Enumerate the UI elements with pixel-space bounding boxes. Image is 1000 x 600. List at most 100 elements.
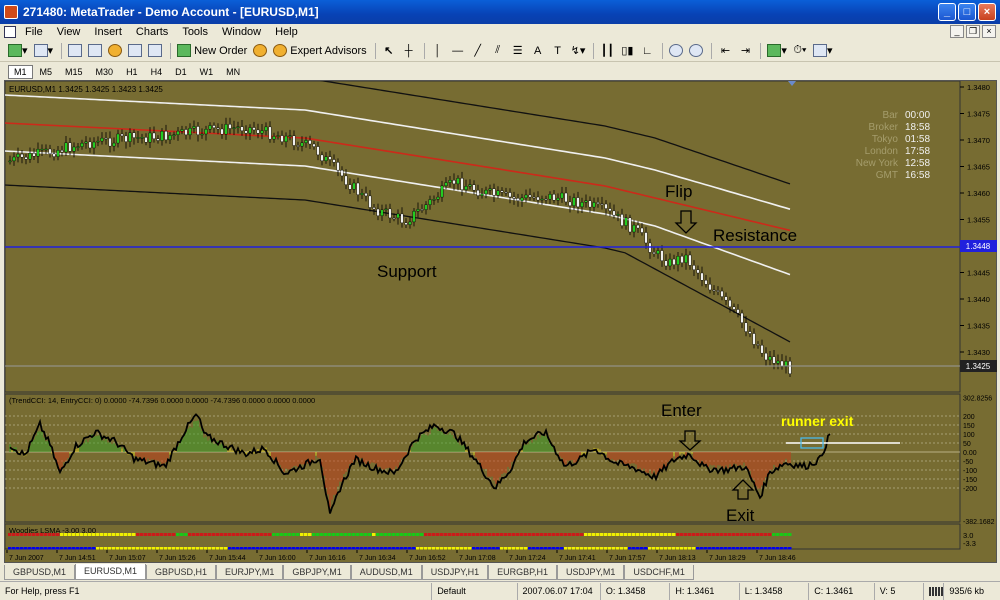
lsma-dot	[544, 547, 548, 550]
autoscroll-button[interactable]: ⇤	[716, 42, 734, 60]
menu-window[interactable]: Window	[215, 26, 268, 38]
chart-tab[interactable]: GBPUSD,M1	[4, 565, 76, 580]
metaeditor-button[interactable]	[251, 42, 269, 60]
tf-m1[interactable]: M1	[8, 64, 33, 79]
clock-label: Bar	[882, 110, 898, 121]
tf-w1[interactable]: W1	[194, 65, 220, 79]
minimize-button[interactable]: _	[938, 3, 956, 21]
candle-body	[664, 260, 668, 267]
tf-d1[interactable]: D1	[169, 65, 193, 79]
tf-m15[interactable]: M15	[59, 65, 89, 79]
chart-canvas[interactable]: 1.3480 1.3475 1.3470 1.3465 1.3460 1.3455 1.34…	[5, 81, 998, 564]
tf-m5[interactable]: M5	[34, 65, 59, 79]
navigator-button[interactable]	[86, 42, 104, 60]
arrows-tool[interactable]: ↯▾	[569, 42, 588, 60]
new-order-button[interactable]: New Order	[175, 42, 249, 60]
status-profile[interactable]: Default	[432, 582, 518, 600]
chart-tab[interactable]: EURGBP,H1	[488, 565, 557, 580]
crosshair-tool[interactable]: ┼	[400, 42, 418, 60]
lsma-dot	[72, 533, 76, 536]
lsma-dot	[332, 547, 336, 550]
tf-h4[interactable]: H4	[145, 65, 169, 79]
trendline-tool[interactable]: ╱	[469, 42, 487, 60]
horizontal-line-tool[interactable]: —	[449, 42, 467, 60]
periods-button[interactable]: ⏱▾	[791, 42, 809, 60]
lsma-dot	[708, 547, 712, 550]
cursor-tool[interactable]: ↖	[380, 42, 398, 60]
document-icon[interactable]	[4, 26, 16, 38]
menu-view[interactable]: View	[50, 26, 88, 38]
chart-tab[interactable]: USDJPY,M1	[557, 565, 625, 580]
candle-body	[764, 352, 768, 361]
tf-h1[interactable]: H1	[120, 65, 144, 79]
chart-window[interactable]: 1.3480 1.3475 1.3470 1.3465 1.3460 1.3455 1.34…	[4, 80, 997, 563]
line-chart-button[interactable]: ∟	[638, 42, 656, 60]
lsma-dot	[544, 533, 548, 536]
terminal-button[interactable]	[126, 42, 144, 60]
candlestick-button[interactable]: ▯▮	[618, 42, 636, 60]
zoom-in-button[interactable]	[667, 42, 685, 60]
candle-body	[432, 199, 436, 201]
new-chart-button[interactable]: ▾	[6, 42, 30, 60]
lsma-dot	[552, 547, 556, 550]
chart-tab[interactable]: EURJPY,M1	[216, 565, 284, 580]
lsma-dot	[144, 533, 148, 536]
menu-file[interactable]: File	[18, 26, 50, 38]
chart-tab[interactable]: AUDUSD,M1	[350, 565, 422, 580]
candle-body	[328, 156, 332, 160]
lsma-dot	[64, 547, 68, 550]
chart-tab[interactable]: USDJPY,H1	[421, 565, 489, 580]
mdi-minimize-button[interactable]: _	[950, 25, 964, 38]
chart-tab[interactable]: GBPJPY,M1	[283, 565, 351, 580]
candle-body	[392, 217, 396, 220]
data-window-button[interactable]	[106, 42, 124, 60]
candle-body	[196, 126, 200, 135]
candle-body	[620, 214, 624, 226]
text-tool[interactable]: A	[529, 42, 547, 60]
candle-body	[444, 182, 448, 187]
bar-chart-button[interactable]: ┃┃	[598, 42, 616, 60]
tf-m30[interactable]: M30	[90, 65, 120, 79]
candle-body	[572, 197, 576, 206]
market-watch-button[interactable]	[66, 42, 84, 60]
chart-tab[interactable]: USDCHF,M1	[624, 565, 694, 580]
lsma-dot	[564, 533, 568, 536]
templates-button[interactable]: ▾	[811, 42, 835, 60]
zoom-out-button[interactable]	[687, 42, 705, 60]
menu-charts[interactable]: Charts	[129, 26, 175, 38]
price-pane: 1.3480 1.3475 1.3470 1.3465 1.3460 1.3455 1.34…	[5, 81, 997, 393]
lsma-dot	[244, 547, 248, 550]
mdi-restore-button[interactable]: ❐	[966, 25, 980, 38]
candle-body	[332, 159, 336, 163]
tf-mn[interactable]: MN	[220, 65, 246, 79]
menu-tools[interactable]: Tools	[175, 26, 215, 38]
chart-shift-button[interactable]: ⇥	[736, 42, 754, 60]
lsma-dot	[204, 547, 208, 550]
indicators-button[interactable]: ▾	[765, 42, 789, 60]
chart-tab[interactable]: GBPUSD,H1	[146, 565, 217, 580]
label-tool[interactable]: T	[549, 42, 567, 60]
menu-insert[interactable]: Insert	[87, 26, 129, 38]
lsma-dot	[552, 533, 556, 536]
expert-advisors-button[interactable]: Expert Advisors	[271, 42, 368, 60]
profiles-button[interactable]: ▾	[32, 42, 56, 60]
time-tick-label: 7 Jun 16:34	[359, 555, 396, 562]
lsma-dot	[28, 547, 32, 550]
lsma-dot	[524, 547, 528, 550]
lsma-dot	[772, 547, 776, 550]
strategy-tester-button[interactable]	[146, 42, 164, 60]
vertical-line-tool[interactable]: │	[429, 42, 447, 60]
price-tick-label: 1.3430	[967, 348, 990, 357]
lsma-dot	[432, 533, 436, 536]
lsma-dot	[32, 547, 36, 550]
close-button[interactable]: ×	[978, 3, 996, 21]
maximize-button[interactable]: □	[958, 3, 976, 21]
channel-tool[interactable]: ⫽	[489, 42, 507, 60]
chart-tab[interactable]: EURUSD,M1	[75, 564, 147, 580]
clock-label: London	[865, 146, 898, 157]
menu-help[interactable]: Help	[268, 26, 305, 38]
fibo-tool[interactable]: ☰	[509, 42, 527, 60]
lsma-dot	[200, 533, 204, 536]
candle-body	[436, 196, 440, 200]
mdi-close-button[interactable]: ×	[982, 25, 996, 38]
